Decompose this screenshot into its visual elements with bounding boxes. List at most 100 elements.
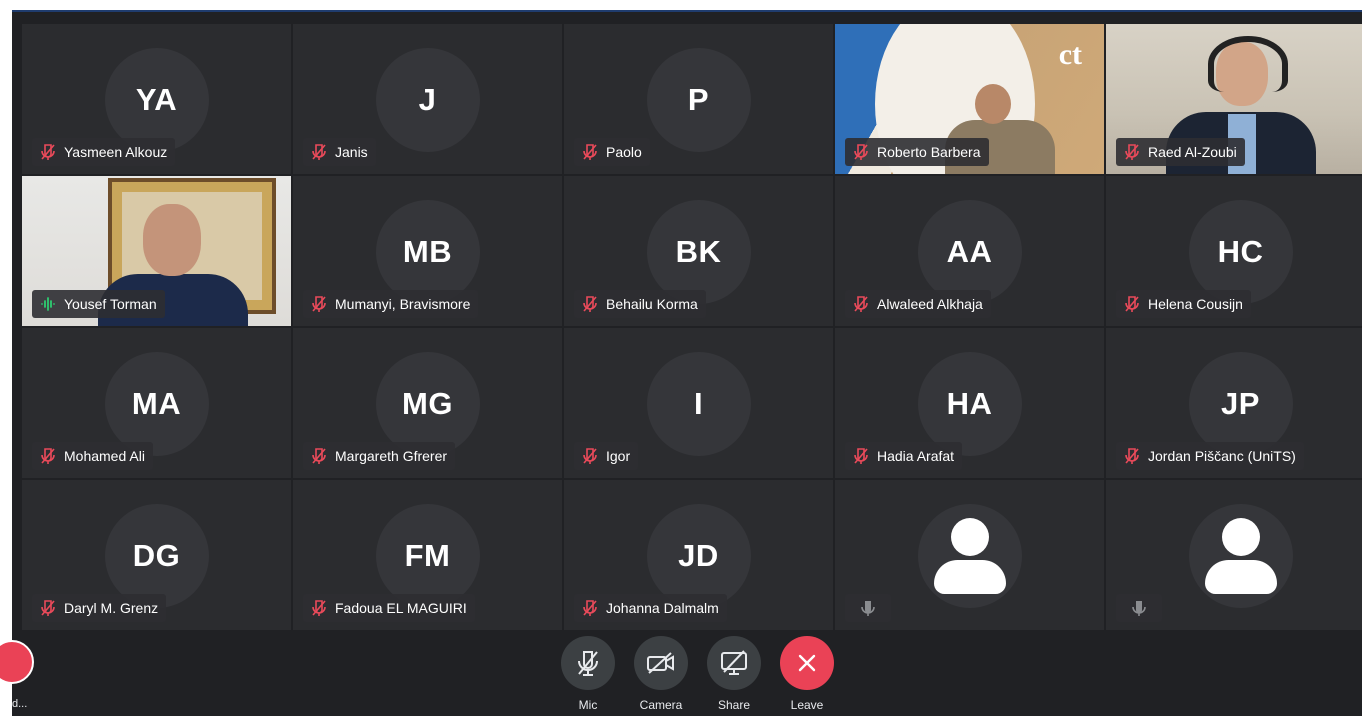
mic-muted-icon (41, 448, 55, 464)
leave-button[interactable] (780, 636, 834, 690)
mic-button[interactable] (561, 636, 615, 690)
participant-tile-video[interactable]: Raed Al-Zoubi (1106, 24, 1362, 174)
name-tag: Fadoua EL MAGUIRI (303, 594, 475, 622)
person-placeholder-icon (1204, 516, 1277, 596)
mic-control[interactable]: Mic (560, 636, 616, 712)
record-button[interactable] (0, 640, 34, 684)
participant-tile[interactable] (1106, 480, 1362, 630)
avatar: HA (917, 352, 1022, 456)
participant-tile[interactable]: P Paolo (564, 24, 833, 174)
participant-tile[interactable]: MB Mumanyi, Bravismore (293, 176, 562, 326)
avatar: BK (646, 200, 751, 304)
participant-tile[interactable] (835, 480, 1104, 630)
participant-name: Jordan Piščanc (UniTS) (1148, 448, 1296, 464)
participant-tile[interactable]: HA Hadia Arafat (835, 328, 1104, 478)
avatar-initials: J (418, 82, 437, 117)
avatar-initials: DG (132, 538, 181, 573)
name-tag (1116, 594, 1162, 622)
avatar: FM (375, 504, 480, 608)
avatar: J (375, 48, 480, 152)
mic-icon (1132, 601, 1146, 616)
mic-muted-icon (1125, 296, 1139, 312)
participant-tile[interactable]: DG Daryl M. Grenz (22, 480, 291, 630)
name-tag: Hadia Arafat (845, 442, 963, 470)
leave-label: Leave (790, 698, 824, 712)
avatar: MG (375, 352, 480, 456)
mic-muted-icon (583, 600, 597, 616)
participant-name: Mohamed Ali (64, 448, 145, 464)
mic-icon (861, 601, 875, 616)
participant-name: Roberto Barbera (877, 144, 981, 160)
avatar: JP (1188, 352, 1293, 456)
avatar-initials: MG (402, 386, 453, 421)
avatar-initials: YA (135, 82, 178, 117)
participant-tile[interactable]: YA Yasmeen Alkouz (22, 24, 291, 174)
name-tag: Daryl M. Grenz (32, 594, 167, 622)
avatar: HC (1188, 200, 1293, 304)
person-placeholder-icon (933, 516, 1006, 596)
participant-tile[interactable]: FM Fadoua EL MAGUIRI (293, 480, 562, 630)
participant-tile[interactable]: AA Alwaleed Alkhaja (835, 176, 1104, 326)
participant-name: Igor (606, 448, 631, 464)
mic-label: Mic (578, 698, 598, 712)
mic-muted-icon (312, 144, 326, 160)
name-tag: Raed Al-Zoubi (1116, 138, 1245, 166)
participant-tile[interactable]: MG Margareth Gfrerer (293, 328, 562, 478)
name-tag: Yasmeen Alkouz (32, 138, 176, 166)
mic-muted-icon (1125, 144, 1139, 160)
name-tag: Janis (303, 138, 376, 166)
close-icon (798, 654, 816, 672)
camera-button[interactable] (634, 636, 688, 690)
avatar: JD (646, 504, 751, 608)
avatar (1188, 504, 1293, 608)
avatar: MA (104, 352, 209, 456)
name-tag: Paolo (574, 138, 650, 166)
participant-name: Mumanyi, Bravismore (335, 296, 471, 312)
camera-control[interactable]: Camera (633, 636, 689, 712)
mic-muted-icon (312, 448, 326, 464)
participant-name: Yasmeen Alkouz (64, 144, 168, 160)
avatar: I (646, 352, 751, 456)
participant-tile-video[interactable]: ct Roberto Barbera (835, 24, 1104, 174)
name-tag: Igor (574, 442, 639, 470)
participant-tile[interactable]: JD Johanna Dalmalm (564, 480, 833, 630)
participant-tile[interactable]: BK Behailu Korma (564, 176, 833, 326)
avatar-initials: MA (131, 386, 182, 421)
share-button[interactable] (707, 636, 761, 690)
participant-name: Daryl M. Grenz (64, 600, 159, 616)
participant-tile[interactable]: I Igor (564, 328, 833, 478)
participant-name: Fadoua EL MAGUIRI (335, 600, 467, 616)
participant-name: Raed Al-Zoubi (1148, 144, 1237, 160)
avatar-initials: P (687, 82, 710, 117)
name-tag: Mumanyi, Bravismore (303, 290, 479, 318)
mic-muted-icon (854, 296, 868, 312)
avatar-initials: AA (946, 234, 993, 269)
share-control[interactable]: Share (706, 636, 762, 712)
leave-control[interactable]: Leave (779, 636, 835, 712)
participant-tile[interactable]: HC Helena Cousijn (1106, 176, 1362, 326)
mic-muted-icon (312, 296, 326, 312)
avatar: AA (917, 200, 1022, 304)
mic-muted-icon (1125, 448, 1139, 464)
participant-tile[interactable]: JP Jordan Piščanc (UniTS) (1106, 328, 1362, 478)
mic-muted-icon (41, 600, 55, 616)
mic-muted-icon (854, 448, 868, 464)
video-logo: ct (1058, 38, 1082, 71)
mic-off-icon (578, 651, 598, 676)
avatar-initials: BK (675, 234, 722, 269)
name-tag (845, 594, 891, 622)
participant-tile[interactable]: MA Mohamed Ali (22, 328, 291, 478)
name-tag: Margareth Gfrerer (303, 442, 456, 470)
screen-share-off-icon (721, 650, 747, 675)
participant-tile[interactable]: J Janis (293, 24, 562, 174)
participant-name: Helena Cousijn (1148, 296, 1243, 312)
mic-muted-icon (583, 448, 597, 464)
mic-muted-icon (854, 144, 868, 160)
avatar: P (646, 48, 751, 152)
participant-tile-video[interactable]: Yousef Torman (22, 176, 291, 326)
mic-muted-icon (583, 296, 597, 312)
camera-off-icon (647, 652, 674, 674)
participant-name: Janis (335, 144, 368, 160)
name-tag: Helena Cousijn (1116, 290, 1251, 318)
avatar-initials: JP (1221, 386, 1260, 421)
